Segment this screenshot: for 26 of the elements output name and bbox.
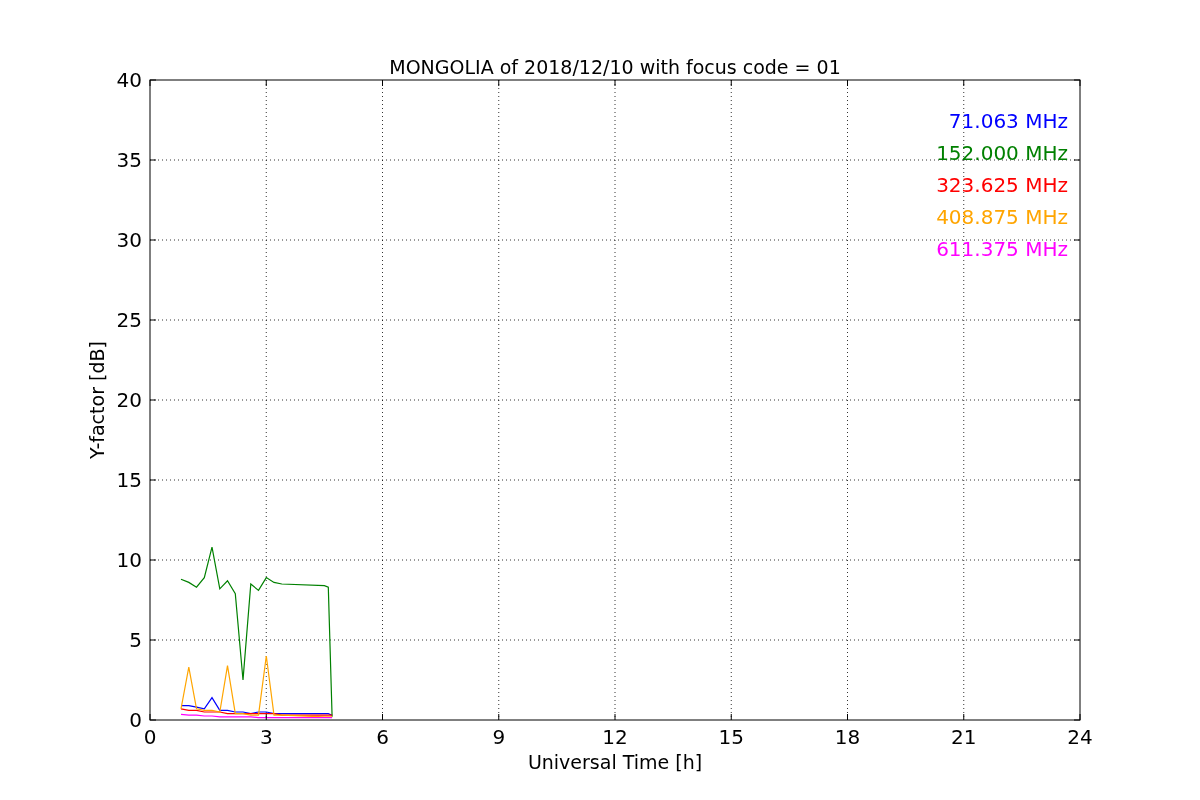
x-tick-label: 18 [834, 725, 861, 749]
legend-label: 611.375 MHz [936, 237, 1068, 261]
legend-label: 323.625 MHz [936, 173, 1068, 197]
x-axis-label: Universal Time [h] [527, 751, 703, 773]
legend-label: 408.875 MHz [936, 205, 1068, 229]
y-tick-label: 35 [116, 148, 142, 172]
legend-label: 71.063 MHz [948, 109, 1068, 133]
x-tick-label: 21 [951, 725, 977, 749]
y-tick-label: 10 [116, 548, 142, 572]
y-tick-label: 0 [129, 708, 142, 732]
x-tick-label: 24 [1067, 725, 1093, 749]
y-tick-label: 30 [116, 228, 142, 252]
legend-label: 152.000 MHz [936, 141, 1068, 165]
y-tick-label: 20 [116, 388, 142, 412]
y-tick-label: 5 [129, 628, 142, 652]
x-tick-label: 12 [602, 725, 628, 749]
y-tick-label: 25 [116, 308, 142, 332]
y-tick-label: 40 [116, 68, 142, 92]
y-axis-label: Y-factor [dB] [86, 341, 108, 459]
x-tick-label: 3 [259, 725, 273, 749]
y-tick-label: 15 [116, 468, 142, 492]
x-tick-label: 9 [492, 725, 506, 749]
chart-title: MONGOLIA of 2018/12/10 with focus code = 01 [389, 56, 841, 78]
x-tick-label: 0 [143, 725, 157, 749]
x-tick-label: 15 [718, 725, 744, 749]
x-tick-label: 6 [376, 725, 389, 749]
